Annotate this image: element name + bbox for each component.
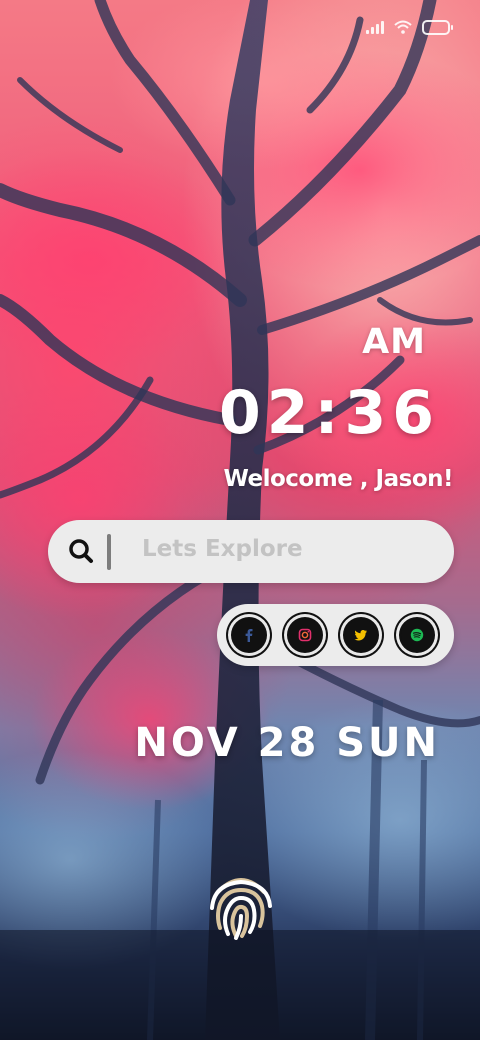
battery-icon [422, 19, 453, 35]
facebook-icon [245, 629, 253, 642]
greeting-text: Welocome , Jason! [223, 466, 453, 492]
signal-bars-icon [366, 20, 384, 34]
search-icon[interactable] [68, 538, 94, 564]
search-bar[interactable]: Lets Explore [48, 520, 454, 583]
date-text: NOV 28 SUN [134, 720, 440, 766]
clock-period: AM [362, 322, 426, 362]
fingerprint-icon[interactable] [206, 870, 276, 940]
twitter-icon [354, 630, 367, 641]
social-shortcuts [217, 604, 454, 666]
twitter-button[interactable] [340, 614, 382, 656]
clock-time: 02:36 [219, 378, 440, 448]
spotify-icon [410, 628, 424, 642]
facebook-button[interactable] [228, 614, 270, 656]
search-placeholder[interactable]: Lets Explore [142, 536, 303, 562]
status-bar [366, 14, 453, 40]
spotify-button[interactable] [396, 614, 438, 656]
search-divider [107, 534, 111, 570]
instagram-icon [298, 628, 312, 642]
instagram-button[interactable] [284, 614, 326, 656]
wifi-icon [394, 20, 412, 34]
